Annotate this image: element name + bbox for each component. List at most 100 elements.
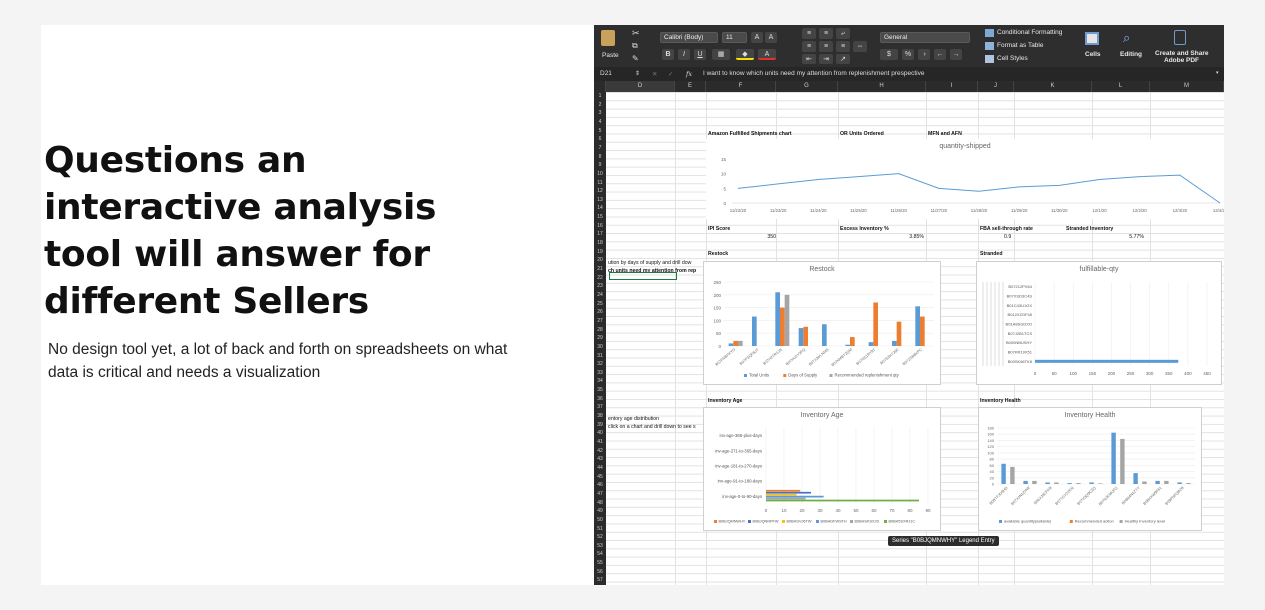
row-header-35[interactable]: 35 bbox=[594, 386, 606, 394]
column-header-e[interactable]: E bbox=[675, 81, 706, 92]
row-header-19[interactable]: 19 bbox=[594, 248, 606, 256]
column-header-k[interactable]: K bbox=[1014, 81, 1092, 92]
wrap-text-icon[interactable]: ⤶ bbox=[836, 28, 850, 39]
bold-button[interactable]: B bbox=[662, 49, 674, 60]
inventory-health-chart[interactable]: Inventory Health 0 20 40 60 80 100 120 140 160 18… bbox=[978, 407, 1202, 531]
borders-icon[interactable]: ▦ bbox=[712, 49, 730, 60]
underline-button[interactable]: U bbox=[694, 49, 706, 60]
row-header-52[interactable]: 52 bbox=[594, 533, 606, 541]
row-header-4[interactable]: 4 bbox=[594, 118, 606, 126]
row-header-50[interactable]: 50 bbox=[594, 516, 606, 524]
cell-mfn-afn[interactable]: MFN and AFN bbox=[928, 131, 962, 138]
column-header-l[interactable]: L bbox=[1092, 81, 1150, 92]
row-header-55[interactable]: 55 bbox=[594, 559, 606, 567]
row-header-24[interactable]: 24 bbox=[594, 291, 606, 299]
paste-button-label[interactable]: Paste bbox=[602, 52, 619, 59]
cell-restock-label[interactable]: Restock bbox=[708, 251, 728, 258]
row-header-11[interactable]: 11 bbox=[594, 179, 606, 187]
row-header-37[interactable]: 37 bbox=[594, 403, 606, 411]
format-as-table-button[interactable]: Format as Table bbox=[997, 42, 1043, 49]
cell-stranded-label2[interactable]: Stranded bbox=[980, 251, 1002, 258]
row-header-15[interactable]: 15 bbox=[594, 213, 606, 221]
percent-button[interactable]: % bbox=[902, 49, 914, 60]
row-header-23[interactable]: 23 bbox=[594, 282, 606, 290]
row-header-12[interactable]: 12 bbox=[594, 187, 606, 195]
paste-icon[interactable] bbox=[601, 30, 615, 46]
increase-font-icon[interactable]: A bbox=[751, 32, 763, 43]
row-header-7[interactable]: 7 bbox=[594, 144, 606, 152]
column-header-j[interactable]: J bbox=[978, 81, 1014, 92]
cell-or-units[interactable]: OR Units Ordered bbox=[840, 131, 884, 138]
column-header-h[interactable]: H bbox=[838, 81, 926, 92]
row-header-31[interactable]: 31 bbox=[594, 352, 606, 360]
row-header-17[interactable]: 17 bbox=[594, 230, 606, 238]
align-right-icon[interactable]: ≡ bbox=[836, 41, 850, 52]
row-header-3[interactable]: 3 bbox=[594, 109, 606, 117]
name-box-stepper-icon[interactable]: ⇕ bbox=[635, 70, 640, 77]
row-header-22[interactable]: 22 bbox=[594, 274, 606, 282]
row-header-39[interactable]: 39 bbox=[594, 421, 606, 429]
create-share-label-1[interactable]: Create and Share bbox=[1155, 50, 1208, 57]
adobe-pdf-icon[interactable] bbox=[1174, 30, 1186, 45]
row-header-18[interactable]: 18 bbox=[594, 239, 606, 247]
row-header-20[interactable]: 20 bbox=[594, 256, 606, 264]
align-left-icon[interactable]: ≡ bbox=[802, 41, 816, 52]
row-header-9[interactable]: 9 bbox=[594, 161, 606, 169]
cell-ipi-value[interactable]: 350 bbox=[708, 234, 776, 241]
cell-styles-button[interactable]: Cell Styles bbox=[997, 55, 1028, 62]
cell-fba-label[interactable]: FBA sell-through rate bbox=[980, 226, 1033, 233]
row-header-48[interactable]: 48 bbox=[594, 499, 606, 507]
align-top-icon[interactable]: ≡ bbox=[802, 28, 816, 39]
row-header-34[interactable]: 34 bbox=[594, 377, 606, 385]
increase-decimal-icon[interactable]: ← bbox=[934, 49, 946, 60]
row-header-13[interactable]: 13 bbox=[594, 196, 606, 204]
name-box[interactable]: D21 bbox=[600, 70, 612, 77]
cell-excess-value[interactable]: 3.85% bbox=[840, 234, 924, 241]
row-header-6[interactable]: 6 bbox=[594, 135, 606, 143]
row-header-8[interactable]: 8 bbox=[594, 153, 606, 161]
cell-fba-value[interactable]: 0.9 bbox=[1004, 234, 1011, 241]
row-header-2[interactable]: 2 bbox=[594, 101, 606, 109]
decrease-indent-icon[interactable]: ⇤ bbox=[802, 54, 816, 64]
font-color-icon[interactable]: A bbox=[758, 49, 776, 60]
row-header-45[interactable]: 45 bbox=[594, 473, 606, 481]
format-painter-icon[interactable]: ✎ bbox=[632, 54, 639, 63]
cell-inv-age-label[interactable]: Inventory Age bbox=[708, 398, 742, 405]
row-header-41[interactable]: 41 bbox=[594, 438, 606, 446]
row-header-25[interactable]: 25 bbox=[594, 300, 606, 308]
row-header-27[interactable]: 27 bbox=[594, 317, 606, 325]
cell-stranded-value[interactable]: 5.77% bbox=[1066, 234, 1144, 241]
align-middle-icon[interactable]: ≡ bbox=[819, 28, 833, 39]
row-header-21[interactable]: 21 bbox=[594, 265, 606, 273]
fulfillable-qty-chart[interactable]: fulfillable-qty 0 50 100 150 200 250 300 350 400… bbox=[976, 261, 1222, 385]
expand-formula-icon[interactable]: ▾ bbox=[1216, 70, 1219, 76]
decrease-decimal-icon[interactable]: → bbox=[950, 49, 962, 60]
select-all-corner[interactable] bbox=[594, 81, 606, 92]
row-header-51[interactable]: 51 bbox=[594, 525, 606, 533]
cell-d39[interactable]: click on a chart and drill down to see s bbox=[608, 424, 696, 431]
row-header-30[interactable]: 30 bbox=[594, 343, 606, 351]
selected-cell-d21[interactable] bbox=[609, 272, 677, 280]
cells-button[interactable]: Cells bbox=[1085, 51, 1101, 58]
restock-chart[interactable]: Restock 0 50 100 150 200 250 B07FNBPXYG B07FSQF… bbox=[703, 261, 941, 385]
italic-button[interactable]: I bbox=[678, 49, 690, 60]
cell-styles-icon[interactable] bbox=[985, 55, 994, 63]
font-name-select[interactable]: Calibri (Body) bbox=[660, 32, 718, 43]
cell-stranded-label[interactable]: Stranded Inventory bbox=[1066, 226, 1113, 233]
row-header-44[interactable]: 44 bbox=[594, 464, 606, 472]
cell-ipi-label[interactable]: IPI Score bbox=[708, 226, 730, 233]
row-header-16[interactable]: 16 bbox=[594, 222, 606, 230]
align-center-icon[interactable]: ≡ bbox=[819, 41, 833, 52]
row-header-53[interactable]: 53 bbox=[594, 542, 606, 550]
row-header-46[interactable]: 46 bbox=[594, 481, 606, 489]
font-size-select[interactable]: 11 bbox=[722, 32, 747, 43]
row-header-56[interactable]: 56 bbox=[594, 568, 606, 576]
row-header-47[interactable]: 47 bbox=[594, 490, 606, 498]
row-header-10[interactable]: 10 bbox=[594, 170, 606, 178]
row-header-33[interactable]: 33 bbox=[594, 369, 606, 377]
number-format-select[interactable]: General bbox=[880, 32, 970, 43]
format-as-table-icon[interactable] bbox=[985, 42, 994, 50]
row-header-38[interactable]: 38 bbox=[594, 412, 606, 420]
cell-amazon-fulfilled[interactable]: Amazon Fulfilled Shipments chart bbox=[708, 131, 792, 138]
cell-d38[interactable]: entory age distribution bbox=[608, 416, 659, 423]
